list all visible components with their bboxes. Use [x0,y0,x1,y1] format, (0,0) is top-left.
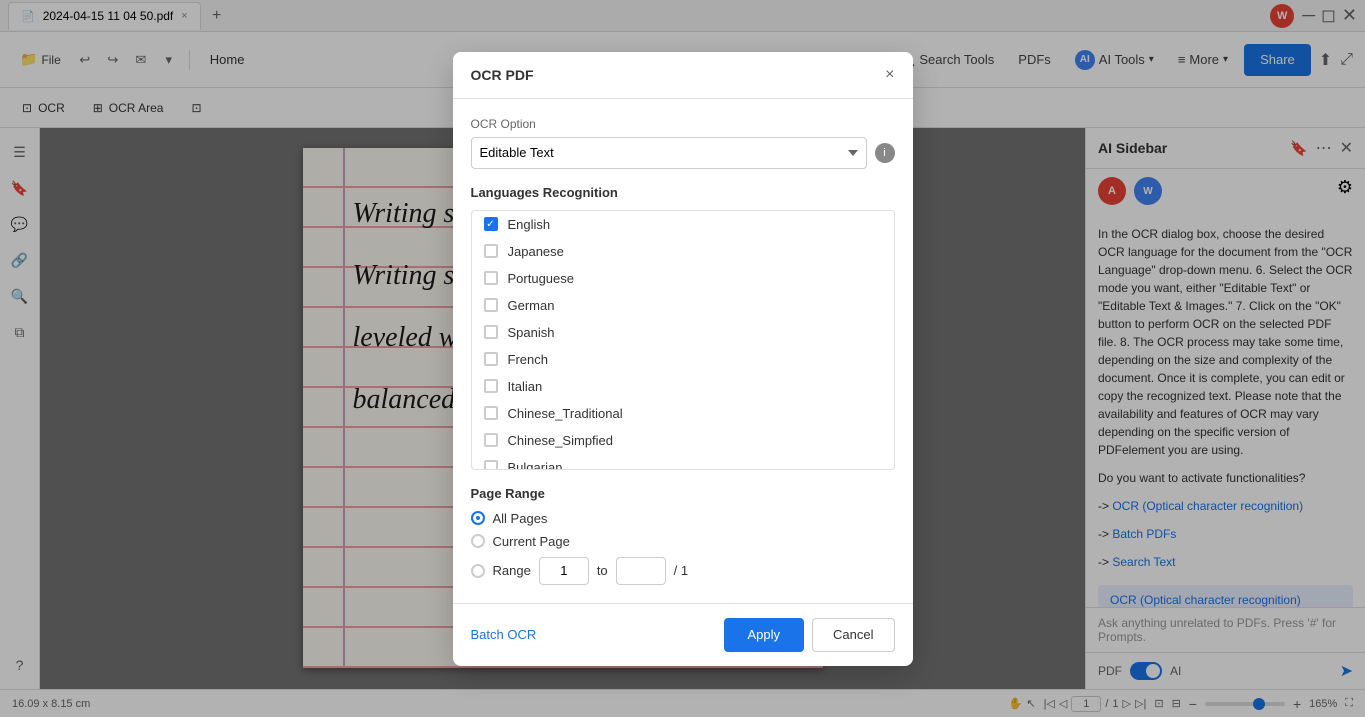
lang-item-french[interactable]: French [472,346,894,373]
ocr-pdf-modal: OCR PDF × OCR Option Editable Text Edita… [453,52,913,666]
lang-checkbox-english[interactable] [484,217,498,231]
lang-label-german: German [508,298,555,313]
lang-item-japanese[interactable]: Japanese [472,238,894,265]
page-range-section: Page Range All Pages Current Page Range … [471,486,895,585]
lang-checkbox-french[interactable] [484,352,498,366]
range-to-separator: to [597,563,608,578]
current-page-radio-row[interactable]: Current Page [471,534,895,549]
range-label: Range [493,563,531,578]
modal-close-button[interactable]: × [885,66,894,84]
modal-body: OCR Option Editable Text Editable Text &… [453,99,913,603]
lang-checkbox-german[interactable] [484,298,498,312]
ocr-option-info-icon[interactable]: i [875,143,895,163]
lang-checkbox-chinese-simplified[interactable] [484,433,498,447]
current-page-radio[interactable] [471,534,485,548]
lang-label-english: English [508,217,551,232]
range-total: / 1 [674,563,688,578]
lang-label-chinese-traditional: Chinese_Traditional [508,406,623,421]
lang-item-spanish[interactable]: Spanish [472,319,894,346]
lang-label-french: French [508,352,548,367]
lang-checkbox-portuguese[interactable] [484,271,498,285]
languages-list: English Japanese Portuguese German Spani… [471,210,895,470]
lang-label-bulgarian: Bulgarian [508,460,563,470]
lang-item-chinese-traditional[interactable]: Chinese_Traditional [472,400,894,427]
lang-item-italian[interactable]: Italian [472,373,894,400]
lang-item-bulgarian[interactable]: Bulgarian [472,454,894,470]
languages-section-title: Languages Recognition [471,185,895,200]
all-pages-label: All Pages [493,511,548,526]
all-pages-radio-row[interactable]: All Pages [471,511,895,526]
ocr-option-row: Editable Text Editable Text & Images i [471,137,895,169]
lang-label-italian: Italian [508,379,543,394]
batch-ocr-link[interactable]: Batch OCR [471,627,537,642]
lang-item-portuguese[interactable]: Portuguese [472,265,894,292]
all-pages-radio[interactable] [471,511,485,525]
modal-footer: Batch OCR Apply Cancel [453,603,913,666]
lang-label-portuguese: Portuguese [508,271,575,286]
page-range-title: Page Range [471,486,895,501]
lang-checkbox-chinese-traditional[interactable] [484,406,498,420]
lang-label-spanish: Spanish [508,325,555,340]
lang-item-english[interactable]: English [472,211,894,238]
range-radio[interactable] [471,564,485,578]
lang-checkbox-italian[interactable] [484,379,498,393]
lang-checkbox-bulgarian[interactable] [484,460,498,470]
apply-button[interactable]: Apply [724,618,805,652]
lang-item-german[interactable]: German [472,292,894,319]
cancel-button[interactable]: Cancel [812,618,894,652]
modal-title: OCR PDF [471,67,886,83]
modal-overlay: OCR PDF × OCR Option Editable Text Edita… [0,0,1365,717]
range-to-input[interactable] [616,557,666,585]
lang-checkbox-japanese[interactable] [484,244,498,258]
lang-label-japanese: Japanese [508,244,564,259]
range-from-input[interactable] [539,557,589,585]
modal-header: OCR PDF × [453,52,913,99]
ocr-option-select[interactable]: Editable Text Editable Text & Images [471,137,867,169]
lang-label-chinese-simplified: Chinese_Simpfied [508,433,614,448]
footer-buttons: Apply Cancel [724,618,895,652]
range-row: Range to / 1 [471,557,895,585]
ocr-option-label: OCR Option [471,117,895,131]
lang-item-chinese-simplified[interactable]: Chinese_Simpfied [472,427,894,454]
current-page-label: Current Page [493,534,570,549]
lang-checkbox-spanish[interactable] [484,325,498,339]
